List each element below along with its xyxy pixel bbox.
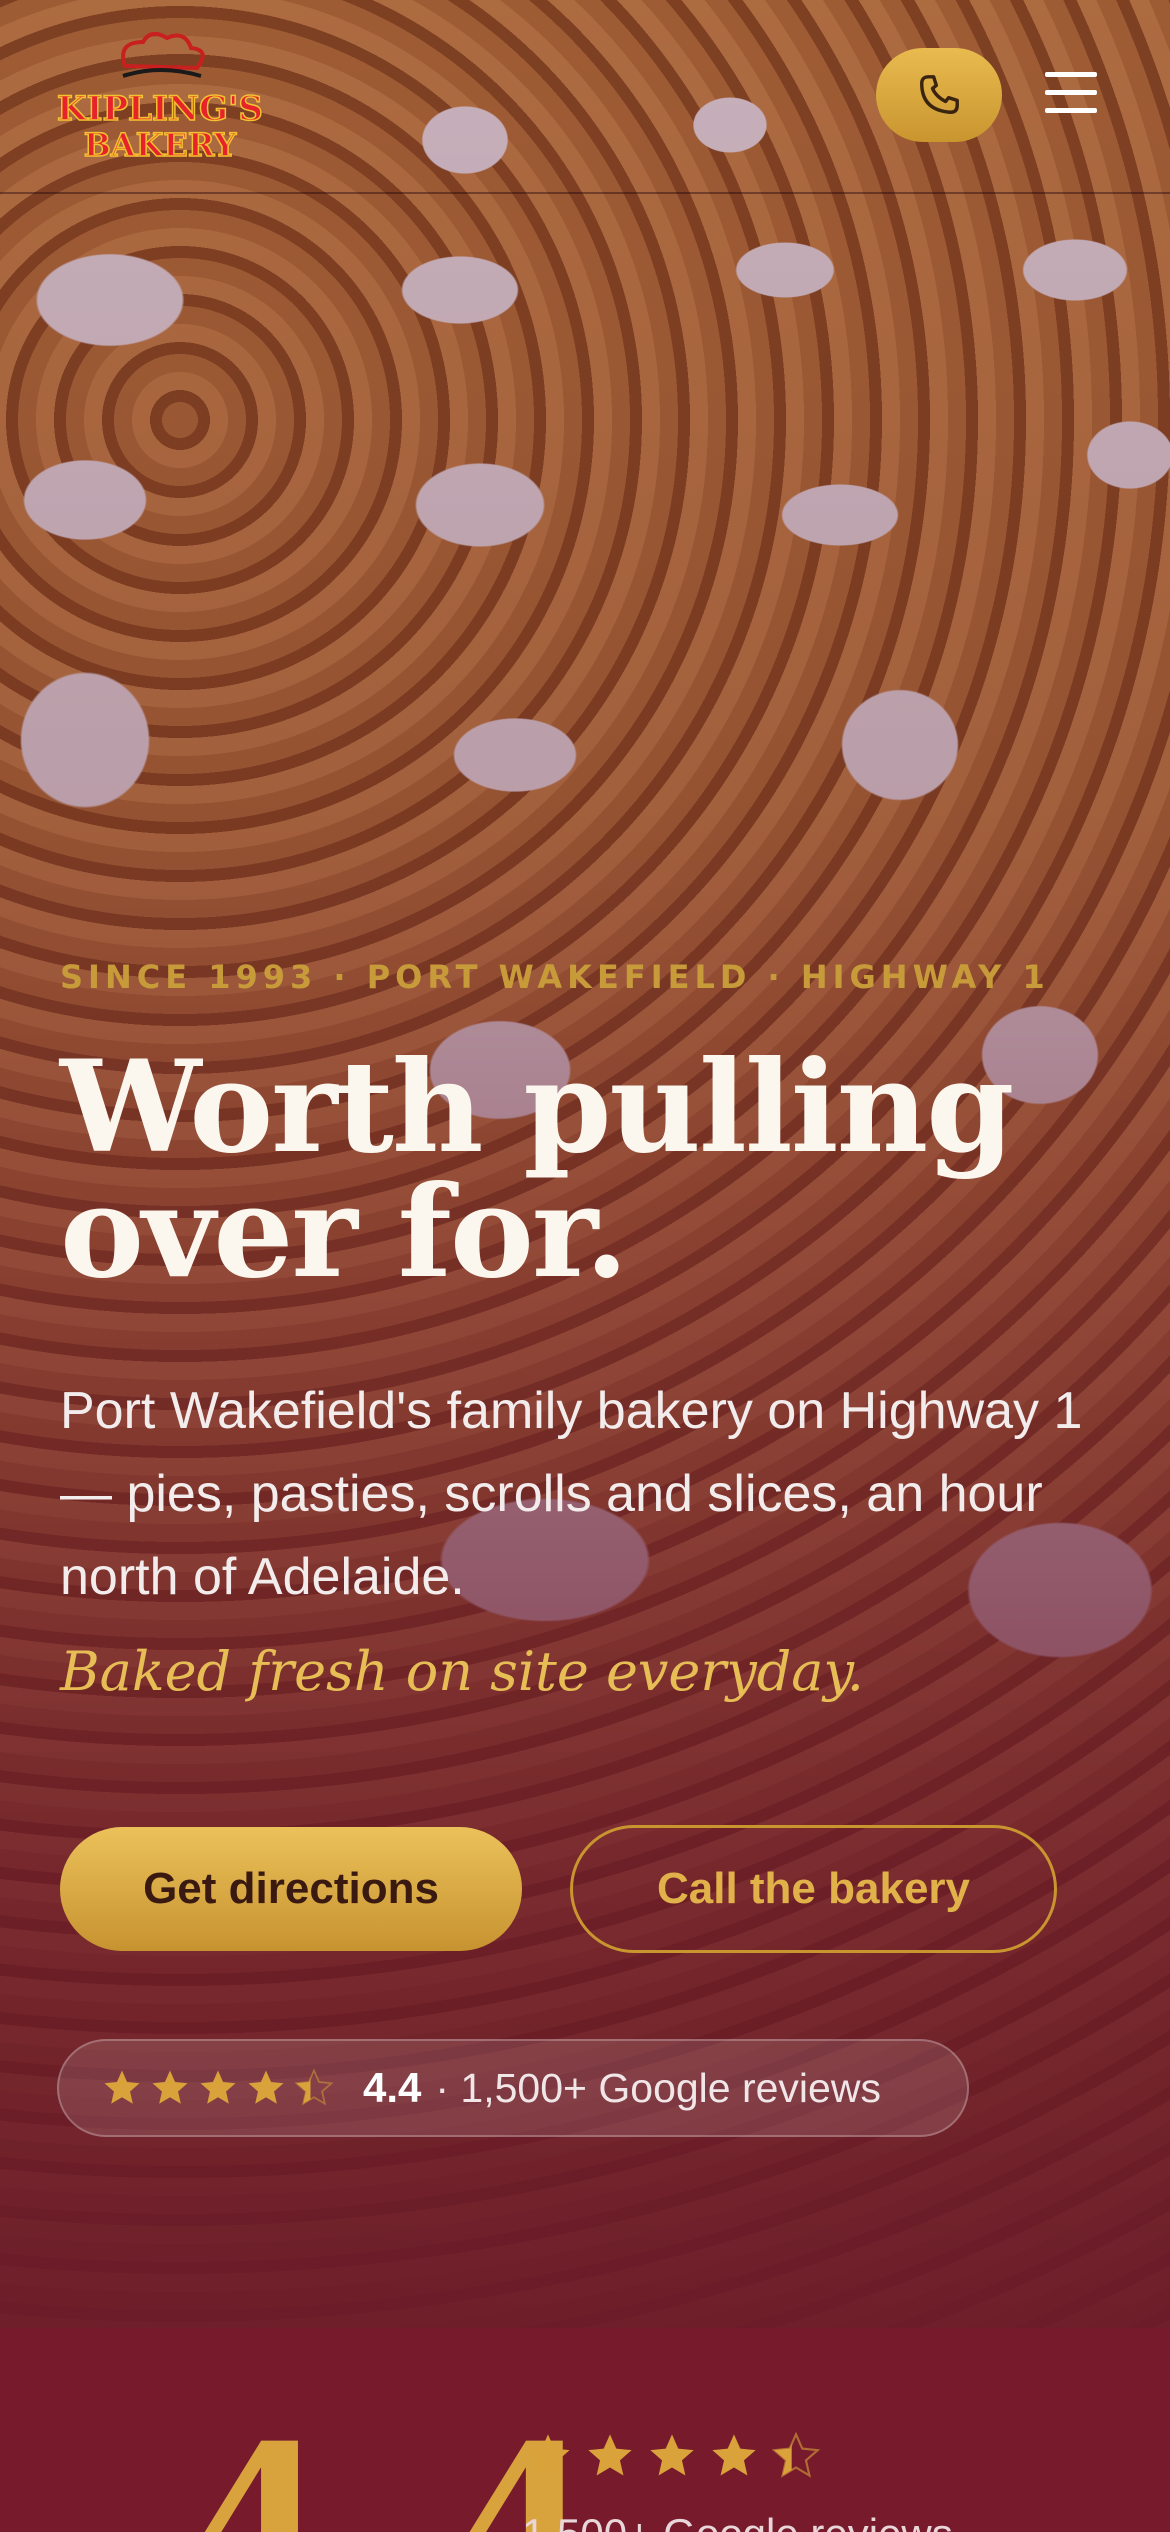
rating-value: 4.4 (363, 2064, 422, 2111)
star-icon (650, 2434, 694, 2476)
hero-headline: Worth pulling over for. (60, 1044, 1120, 1295)
partial-star-icon (294, 2068, 334, 2106)
star-icon (200, 2070, 236, 2104)
headline-line-2: over for. (60, 1158, 629, 1306)
rating-stars (101, 2067, 341, 2109)
star-icon (104, 2070, 140, 2104)
phone-icon (920, 75, 959, 114)
band-rating-stars (522, 2430, 832, 2482)
star-icon (248, 2070, 284, 2104)
logo-line-2: BAKERY (84, 126, 238, 164)
google-rating-pill[interactable]: 4.4 · 1,500+ Google reviews (57, 2039, 969, 2137)
header-divider (0, 192, 1170, 194)
partial-star-icon (771, 2431, 821, 2478)
bakery-logo[interactable]: KIPLING'S BAKERY (55, 28, 265, 168)
call-bakery-button[interactable]: Call the bakery (570, 1825, 1057, 1953)
call-button[interactable] (876, 48, 1002, 142)
hero-eyebrow: SINCE 1993 · PORT WAKEFIELD · HIGHWAY 1 (60, 958, 1050, 996)
star-icon (152, 2070, 188, 2104)
star-icon (526, 2434, 570, 2476)
hamburger-menu-icon[interactable] (1040, 62, 1102, 124)
logo-line-1: KIPLING'S (57, 89, 263, 129)
hero-tagline: Baked fresh on site everyday. (60, 1640, 864, 1703)
band-review-count: 1,500+ Google reviews (522, 2510, 953, 2532)
star-icon (588, 2434, 632, 2476)
get-directions-button[interactable]: Get directions (60, 1827, 522, 1951)
star-icon (712, 2434, 756, 2476)
rating-review-count: · 1,500+ Google reviews (435, 2064, 881, 2111)
hero-lede: Port Wakefield's family bakery on Highwa… (60, 1382, 1083, 1606)
